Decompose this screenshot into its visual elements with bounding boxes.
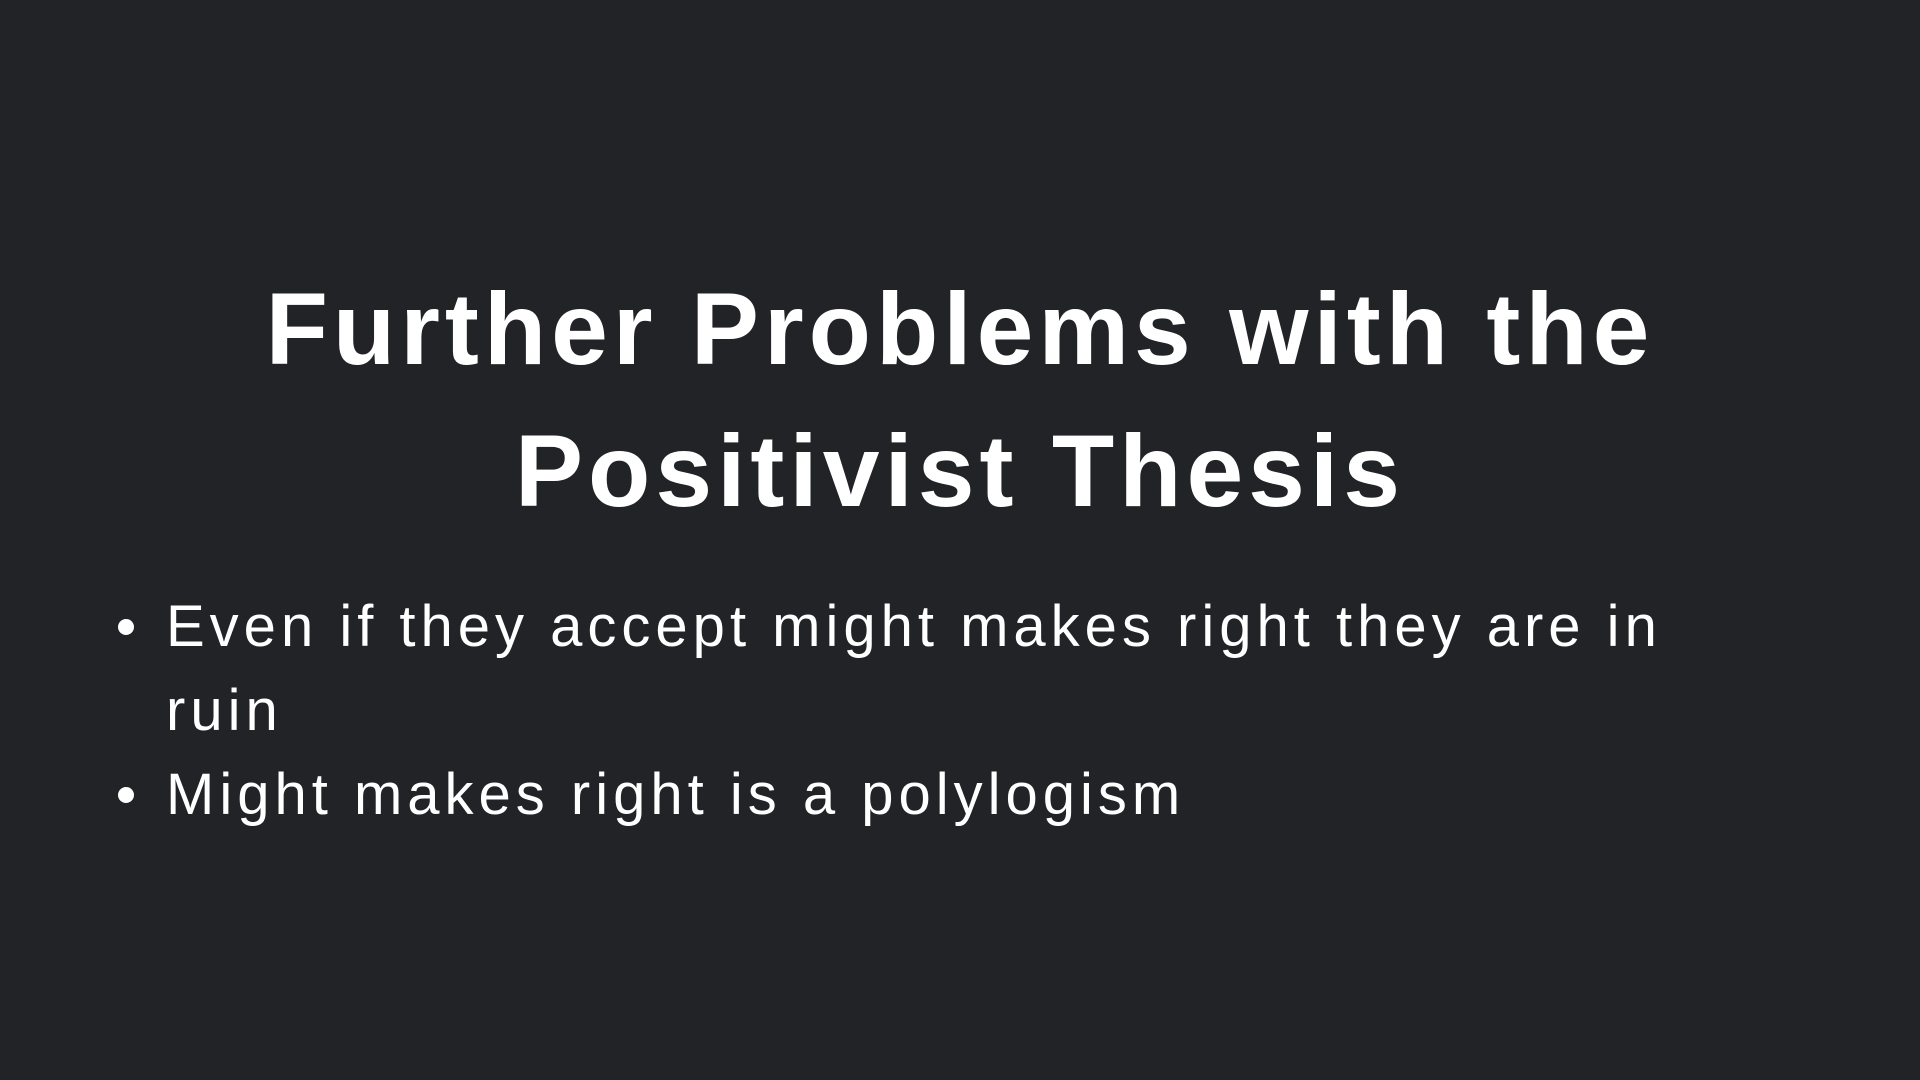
slide: Further Problems with the Positivist The… <box>0 0 1920 1080</box>
bullet-item: Even if they accept might makes right th… <box>110 585 1750 753</box>
bullet-dot-icon <box>118 787 134 803</box>
slide-title: Further Problems with the Positivist The… <box>265 272 1655 528</box>
bullet-text: Might makes right is a polylogism <box>166 762 1186 827</box>
bullet-item: Might makes right is a polylogism <box>110 753 1750 837</box>
bullet-list: Even if they accept might makes right th… <box>110 585 1750 837</box>
bullet-text: Even if they accept might makes right th… <box>166 594 1662 743</box>
bullet-dot-icon <box>118 619 134 635</box>
